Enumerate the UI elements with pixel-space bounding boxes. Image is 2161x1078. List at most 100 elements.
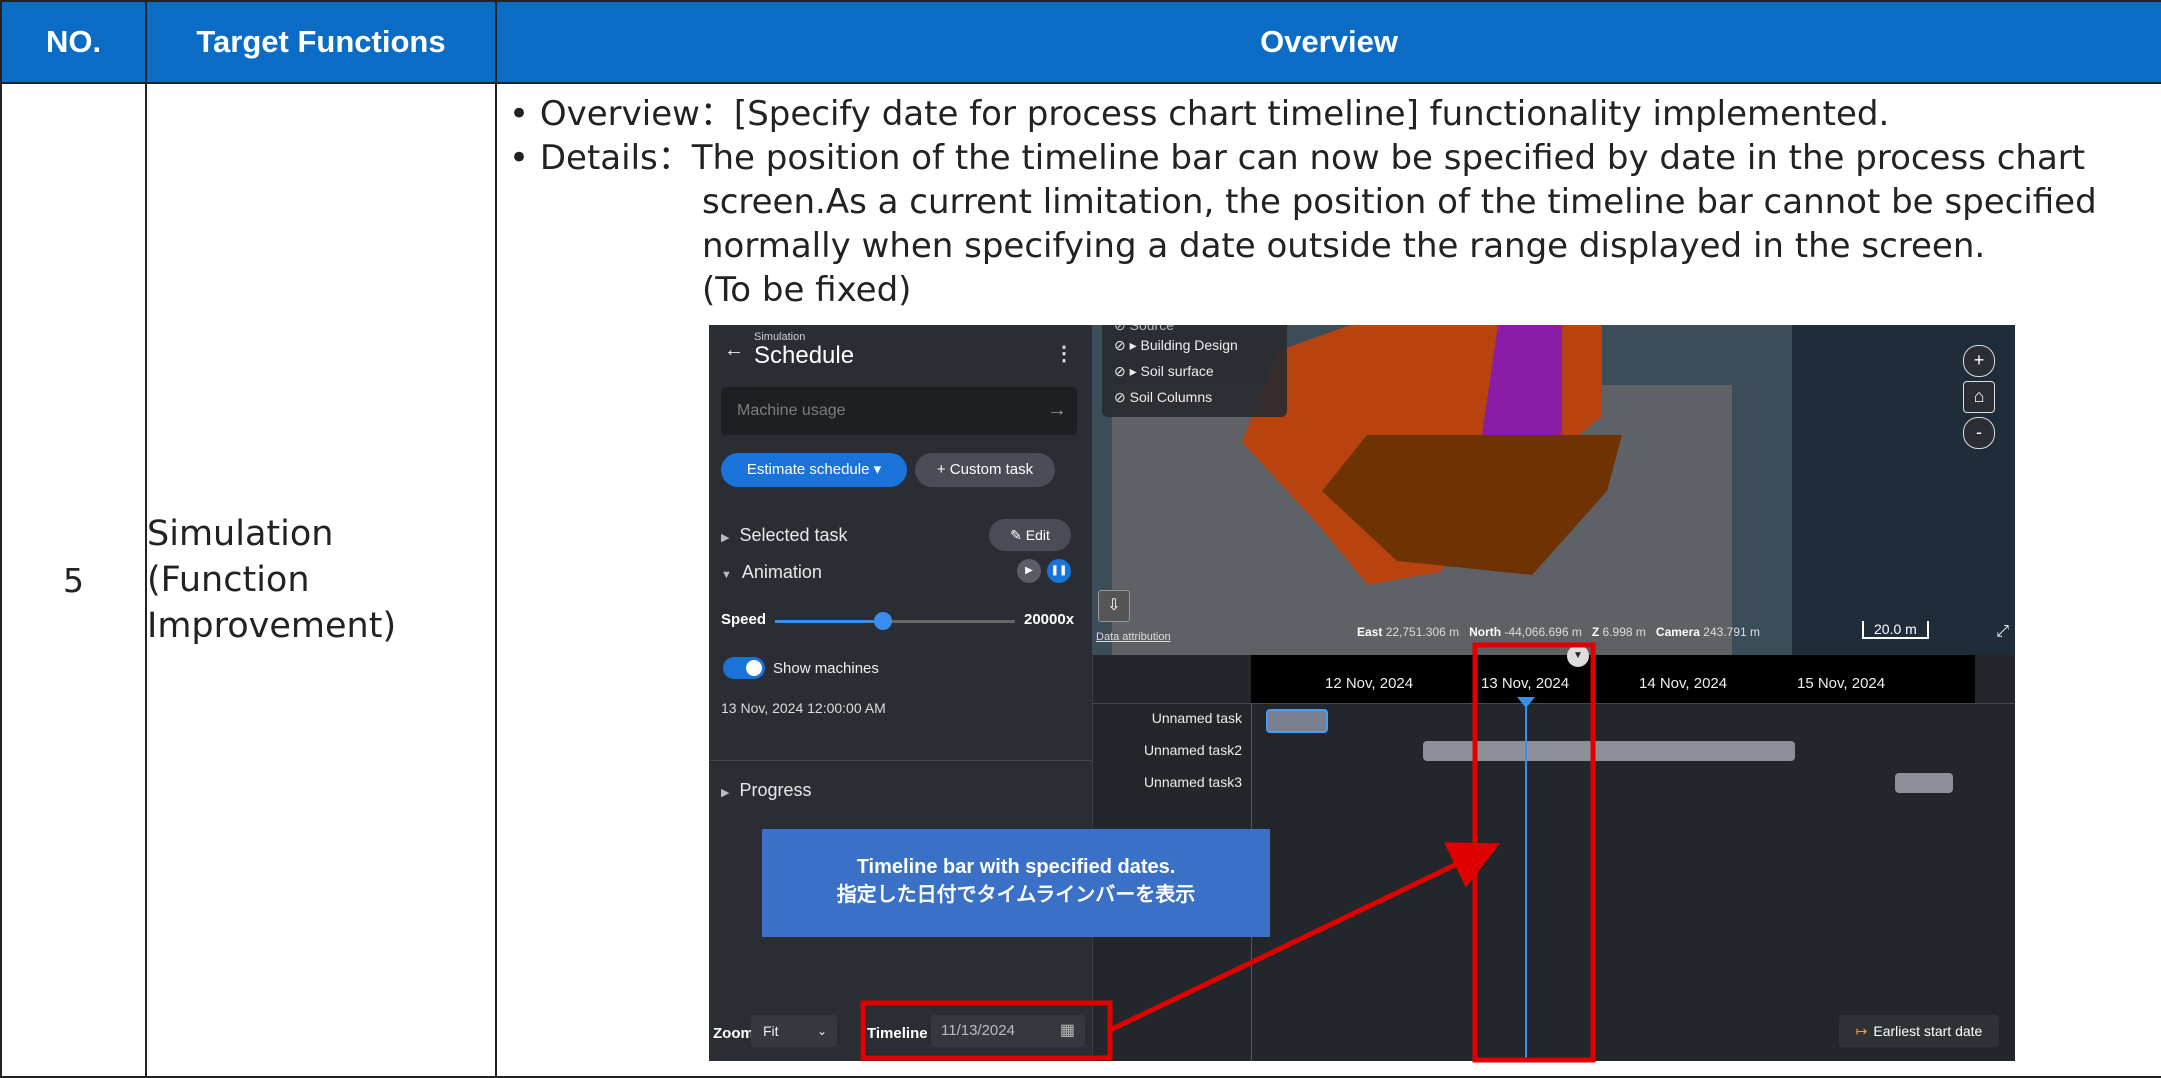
timeline-date-header: 12 Nov, 2024 13 Nov, 2024 14 Nov, 2024 1… [1251,655,1975,703]
timeline-date-input[interactable]: 11/13/2024 ▦ [931,1015,1085,1047]
z-label: Z [1591,625,1600,639]
schedule-app-screenshot: Simulation ← Schedule ⋮ Machine usage → … [709,325,2015,1061]
triangle-right-icon: ▶ [721,532,730,544]
layer-item[interactable]: ⊘ ▸ Building Design [1114,337,1238,354]
date-tick: 14 Nov, 2024 [1639,675,1728,692]
animation-label: Animation [741,562,822,582]
page-title: Schedule [754,342,855,369]
pause-icon[interactable]: ❚❚ [1047,559,1071,583]
zoom-in-button[interactable]: + [1963,345,1995,377]
layer-label: Soil Columns [1129,389,1213,405]
animation-section[interactable]: ▼ Animation [721,562,822,583]
details-line: screen.As a current limitation, the posi… [702,182,2097,222]
overview-text: • Overview：[Specify date for process cha… [509,92,2161,312]
toggle-knob [746,660,762,676]
callout-line-ja: 指定した日付でタイムラインバーを表示 [836,884,1196,906]
eye-off-icon: ⊘ [1114,337,1126,353]
speed-slider-handle[interactable] [874,612,892,630]
target-line: (Function [147,560,310,600]
arrow-left-icon[interactable]: ← [724,339,744,362]
speed-slider[interactable] [775,620,1015,623]
header-overview: Overview [495,0,2161,84]
zoom-out-button[interactable]: - [1963,417,1995,449]
progress-label: Progress [739,780,812,800]
east-value: 22,751.306 m [1385,625,1460,639]
play-icon[interactable]: ▶ [1017,559,1041,583]
target-function-cell: Simulation (Function Improvement) [145,82,497,1078]
arrow-right-icon[interactable]: → [1047,399,1067,422]
details-line: (To be fixed) [702,270,912,310]
camera-label: Camera [1655,625,1700,639]
eye-off-icon: ⊘ [1114,325,1126,333]
task-name[interactable]: Unnamed task2 [1144,742,1242,758]
layer-label: Building Design [1140,337,1238,353]
triangle-down-icon: ▼ [721,569,732,581]
estimate-schedule-button[interactable]: Estimate schedule ▾ [721,453,907,487]
eye-off-icon: ⊘ [1114,363,1126,379]
task-bar[interactable] [1266,709,1328,733]
timeline-handle-icon[interactable]: ▼ [1567,645,1589,667]
zoom-value: Fit [763,1023,779,1039]
task-bar[interactable] [1895,773,1953,793]
layer-label: Soil surface [1140,363,1214,379]
zoom-label: Zoom [713,1025,754,1042]
calendar-icon[interactable]: ▦ [1060,1015,1075,1047]
selected-task-label: Selected task [739,525,848,545]
eye-off-icon: ⊘ [1114,389,1126,405]
machine-usage-field[interactable]: Machine usage → [721,387,1077,435]
map-view[interactable]: ⊘ Source ⊘ ▸ Building Design ⊘ ▸ Soil su… [1092,325,2015,655]
target-line: Simulation [147,514,334,554]
timeline-date-value: 11/13/2024 [941,1022,1015,1039]
layer-item[interactable]: ⊘ ▸ Soil surface [1114,363,1214,380]
east-label: East [1357,625,1383,639]
coordinate-readout: East 22,751.306 m North -44,066.696 m Z … [1357,625,1760,639]
details-line: • Details：The position of the timeline b… [509,138,2086,178]
schedule-sidebar: Simulation ← Schedule ⋮ Machine usage → … [709,325,1093,1061]
timeline-marker-icon [1517,697,1535,708]
layer-item[interactable]: ⊘ Soil Columns [1114,389,1212,406]
progress-section[interactable]: ▶ Progress [721,780,812,801]
task-name[interactable]: Unnamed task [1152,710,1242,726]
divider [1092,703,2015,704]
earliest-label: Earliest start date [1873,1023,1983,1039]
date-tick: 12 Nov, 2024 [1325,675,1414,692]
kebab-icon[interactable]: ⋮ [1054,341,1074,366]
show-machines-toggle[interactable] [723,657,765,679]
earliest-start-date-button[interactable]: ↦ Earliest start date [1839,1015,1999,1047]
task-name-column: Unnamed task Unnamed task2 Unnamed task3 [1092,710,1242,810]
north-value: -44,066.696 m [1504,625,1582,639]
layer-label: Source [1129,325,1174,333]
speed-label: Speed [721,611,767,628]
overview-line: • Overview：[Specify date for process cha… [509,94,1890,134]
chevron-down-icon: ⌄ [816,1024,827,1038]
row-number: 5 [0,82,147,1078]
home-icon[interactable]: ⌂ [1963,381,1995,413]
scale-bar: 20.0 m [1862,621,1929,639]
layer-panel: ⊘ Source ⊘ ▸ Building Design ⊘ ▸ Soil su… [1102,325,1287,417]
show-machines-label: Show machines [773,660,879,677]
download-icon[interactable]: ⇩ [1098,590,1130,622]
z-value: 6.998 m [1602,625,1646,639]
expand-icon[interactable]: ⤢ [1996,623,2009,641]
target-line: Improvement) [147,606,397,646]
task-name[interactable]: Unnamed task3 [1144,774,1242,790]
zoom-select[interactable]: Fit ⌄ [751,1015,837,1047]
custom-task-button[interactable]: + Custom task [915,453,1055,487]
data-attribution-link[interactable]: Data attribution [1096,631,1171,643]
camera-value: 243.791 m [1703,625,1761,639]
timeline-bar[interactable] [1525,703,1527,1061]
current-time: 13 Nov, 2024 12:00:00 AM [721,700,886,716]
layer-item[interactable]: ⊘ Source [1114,325,1174,334]
task-bar[interactable] [1423,741,1795,761]
date-tick: 13 Nov, 2024 [1481,675,1570,692]
speed-value: 20000x [1024,611,1075,628]
edit-button[interactable]: ✎ Edit [989,519,1071,551]
date-tick: 15 Nov, 2024 [1797,675,1886,692]
details-line: normally when specifying a date outside … [702,226,1986,266]
divider [709,760,1092,761]
north-label: North [1469,625,1502,639]
triangle-right-icon: ▶ [721,787,730,799]
header-target-functions: Target Functions [145,0,497,84]
selected-task-section[interactable]: ▶ Selected task [721,525,848,546]
speed-slider-fill [775,620,883,623]
